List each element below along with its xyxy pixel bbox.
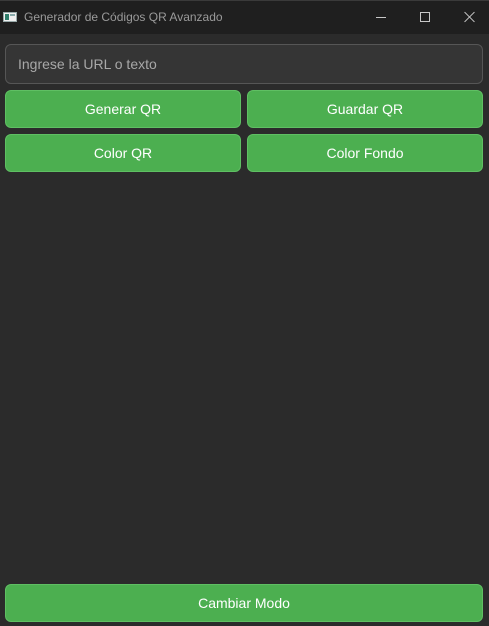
qr-display-area <box>5 178 483 578</box>
minimize-button[interactable] <box>358 0 404 34</box>
app-window: Generador de Códigos QR Avanzado Generar… <box>0 0 489 626</box>
minimize-icon <box>376 16 386 18</box>
url-text-input[interactable] <box>5 44 483 84</box>
qr-color-button[interactable]: Color QR <box>5 134 241 172</box>
window-title: Generador de Códigos QR Avanzado <box>24 10 223 24</box>
generate-qr-button[interactable]: Generar QR <box>5 90 241 128</box>
title-bar[interactable]: Generador de Códigos QR Avanzado <box>0 0 489 34</box>
background-color-button[interactable]: Color Fondo <box>247 134 483 172</box>
maximize-icon <box>420 12 430 22</box>
close-icon <box>464 11 476 23</box>
save-qr-button[interactable]: Guardar QR <box>247 90 483 128</box>
app-logo-icon <box>3 12 17 22</box>
toggle-mode-button[interactable]: Cambiar Modo <box>5 584 483 622</box>
maximize-button[interactable] <box>402 0 448 34</box>
close-button[interactable] <box>447 0 489 34</box>
